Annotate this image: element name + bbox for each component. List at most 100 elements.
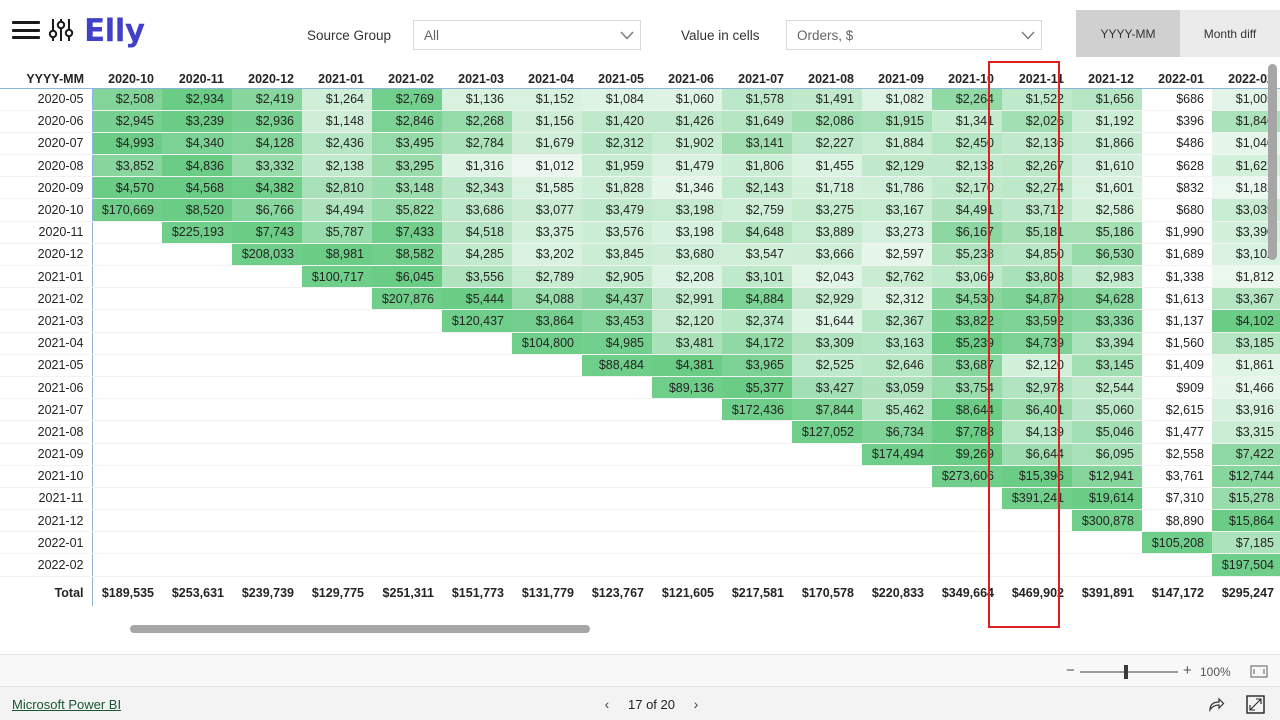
matrix-cell[interactable]: $4,628 xyxy=(1072,288,1142,310)
matrix-cell[interactable] xyxy=(932,510,1002,532)
matrix-cell[interactable] xyxy=(232,310,302,332)
table-row[interactable]: 2021-09$174,494$9,269$6,644$6,095$2,558$… xyxy=(0,443,1280,465)
matrix-cell[interactable]: $8,582 xyxy=(372,243,442,265)
matrix-cell[interactable]: $2,525 xyxy=(792,354,862,376)
matrix-cell[interactable] xyxy=(932,554,1002,576)
matrix-cell[interactable] xyxy=(232,487,302,509)
matrix-cell[interactable]: $174,494 xyxy=(862,443,932,465)
matrix-cell[interactable]: $3,803 xyxy=(1002,266,1072,288)
matrix-cell[interactable] xyxy=(442,554,512,576)
matrix-cell[interactable] xyxy=(372,376,442,398)
table-row[interactable]: 2021-11$391,241$19,614$7,310$15,278 xyxy=(0,487,1280,509)
matrix-cell[interactable]: $5,444 xyxy=(442,288,512,310)
matrix-cell[interactable]: $19,614 xyxy=(1072,487,1142,509)
matrix-cell[interactable]: $3,754 xyxy=(932,376,1002,398)
table-row[interactable]: 2020-12$208,033$8,981$8,582$4,285$3,202$… xyxy=(0,243,1280,265)
matrix-cell[interactable]: $6,734 xyxy=(862,421,932,443)
matrix-cell[interactable]: $4,879 xyxy=(1002,288,1072,310)
matrix-cell[interactable]: $3,332 xyxy=(232,155,302,177)
matrix-cell[interactable]: $6,167 xyxy=(932,221,1002,243)
matrix-cell[interactable]: $3,453 xyxy=(582,310,652,332)
row-header-2021-01[interactable]: 2021-01 xyxy=(0,266,92,288)
matrix-cell[interactable] xyxy=(302,399,372,421)
matrix-cell[interactable]: $3,167 xyxy=(862,199,932,221)
matrix-cell[interactable] xyxy=(792,443,862,465)
matrix-cell[interactable] xyxy=(162,354,232,376)
table-row[interactable]: 2020-06$2,945$3,239$2,936$1,148$2,846$2,… xyxy=(0,110,1280,132)
matrix-cell[interactable] xyxy=(372,399,442,421)
row-header-2021-06[interactable]: 2021-06 xyxy=(0,376,92,398)
matrix-cell[interactable]: $3,852 xyxy=(92,155,162,177)
matrix-cell[interactable]: $1,806 xyxy=(722,155,792,177)
matrix-cell[interactable]: $1,610 xyxy=(1072,155,1142,177)
matrix-cell[interactable] xyxy=(302,354,372,376)
matrix-cell[interactable] xyxy=(1072,554,1142,576)
table-row[interactable]: 2021-12$300,878$8,890$15,864 xyxy=(0,510,1280,532)
matrix-cell[interactable] xyxy=(862,510,932,532)
matrix-cell[interactable] xyxy=(92,354,162,376)
matrix-cell[interactable]: $1,060 xyxy=(652,88,722,110)
matrix-cell[interactable]: $2,508 xyxy=(92,88,162,110)
matrix-cell[interactable] xyxy=(92,266,162,288)
matrix-cell[interactable]: $832 xyxy=(1142,177,1212,199)
matrix-cell[interactable] xyxy=(722,421,792,443)
matrix-cell[interactable]: $3,712 xyxy=(1002,199,1072,221)
matrix-cell[interactable]: $1,656 xyxy=(1072,88,1142,110)
matrix-cell[interactable]: $2,419 xyxy=(232,88,302,110)
matrix-cell[interactable]: $100,717 xyxy=(302,266,372,288)
matrix-cell[interactable] xyxy=(302,554,372,576)
column-header-2021-11[interactable]: 2021-11 xyxy=(1002,60,1072,88)
matrix-cell[interactable]: $1,477 xyxy=(1142,421,1212,443)
matrix-cell[interactable] xyxy=(162,443,232,465)
matrix-cell[interactable]: $2,945 xyxy=(92,110,162,132)
column-header-2021-01[interactable]: 2021-01 xyxy=(302,60,372,88)
fit-to-page-icon[interactable] xyxy=(1250,665,1268,683)
matrix-cell[interactable]: $2,436 xyxy=(302,132,372,154)
matrix-cell[interactable]: $1,316 xyxy=(442,155,512,177)
matrix-cell[interactable]: $909 xyxy=(1142,376,1212,398)
matrix-cell[interactable]: $3,965 xyxy=(722,354,792,376)
sliders-icon[interactable] xyxy=(48,17,74,48)
matrix-cell[interactable]: $4,739 xyxy=(1002,332,1072,354)
zoom-in-button[interactable]: + xyxy=(1183,662,1192,679)
matrix-cell[interactable] xyxy=(302,443,372,465)
matrix-cell[interactable]: $2,759 xyxy=(722,199,792,221)
matrix-cell[interactable] xyxy=(442,532,512,554)
matrix-cell[interactable]: $7,185 xyxy=(1212,532,1280,554)
matrix-cell[interactable]: $1,420 xyxy=(582,110,652,132)
matrix-cell[interactable] xyxy=(442,376,512,398)
matrix-cell[interactable] xyxy=(652,443,722,465)
matrix-cell[interactable]: $2,597 xyxy=(862,243,932,265)
column-header-2021-03[interactable]: 2021-03 xyxy=(442,60,512,88)
matrix-cell[interactable]: $1,560 xyxy=(1142,332,1212,354)
matrix-cell[interactable]: $3,077 xyxy=(512,199,582,221)
matrix-cell[interactable]: $4,437 xyxy=(582,288,652,310)
matrix-cell[interactable]: $5,238 xyxy=(932,243,1002,265)
matrix-cell[interactable] xyxy=(372,554,442,576)
value-in-cells-dropdown[interactable]: Orders, $ xyxy=(786,20,1042,50)
matrix-cell[interactable]: $1,346 xyxy=(652,177,722,199)
matrix-cell[interactable] xyxy=(512,354,582,376)
matrix-cell[interactable] xyxy=(1002,554,1072,576)
matrix-cell[interactable] xyxy=(442,332,512,354)
matrix-cell[interactable]: $3,845 xyxy=(582,243,652,265)
matrix-cell[interactable]: $6,530 xyxy=(1072,243,1142,265)
matrix-cell[interactable] xyxy=(652,487,722,509)
table-row[interactable]: 2021-01$100,717$6,045$3,556$2,789$2,905$… xyxy=(0,266,1280,288)
row-header-2021-08[interactable]: 2021-08 xyxy=(0,421,92,443)
matrix-cell[interactable]: $4,993 xyxy=(92,132,162,154)
matrix-cell[interactable]: $1,409 xyxy=(1142,354,1212,376)
matrix-cell[interactable]: $172,436 xyxy=(722,399,792,421)
matrix-cell[interactable] xyxy=(652,399,722,421)
table-row[interactable]: 2020-08$3,852$4,836$3,332$2,138$3,295$1,… xyxy=(0,155,1280,177)
matrix-cell[interactable] xyxy=(442,421,512,443)
hamburger-icon[interactable] xyxy=(12,19,40,41)
table-row[interactable]: 2020-11$225,193$7,743$5,787$7,433$4,518$… xyxy=(0,221,1280,243)
matrix-cell[interactable]: $3,427 xyxy=(792,376,862,398)
matrix-cell[interactable]: $1,649 xyxy=(722,110,792,132)
matrix-cell[interactable]: $3,239 xyxy=(162,110,232,132)
matrix-cell[interactable]: $4,568 xyxy=(162,177,232,199)
matrix-cell[interactable]: $7,310 xyxy=(1142,487,1212,509)
matrix-cell[interactable]: $4,836 xyxy=(162,155,232,177)
matrix-cell[interactable]: $2,343 xyxy=(442,177,512,199)
